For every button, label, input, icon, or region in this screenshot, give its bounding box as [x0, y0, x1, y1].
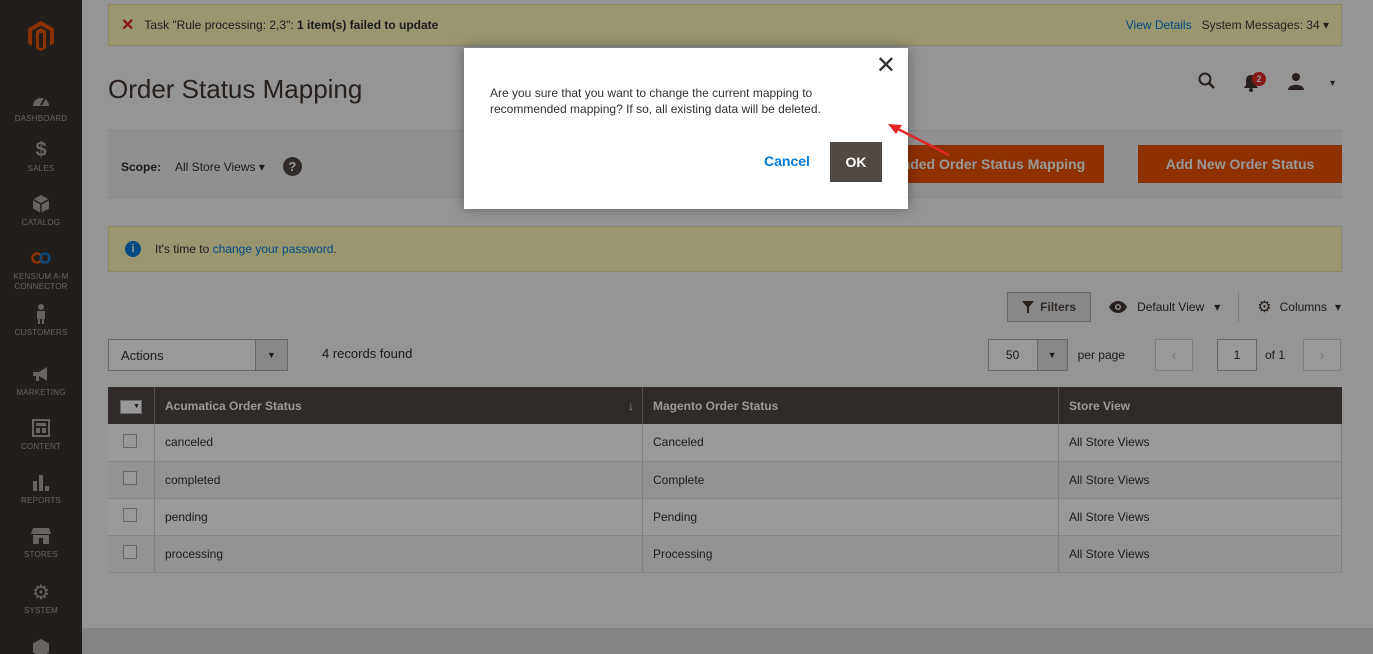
ok-button[interactable]: OK — [830, 142, 882, 182]
cancel-button[interactable]: Cancel — [764, 153, 810, 169]
annotation-arrow-icon — [888, 124, 950, 157]
confirm-modal: ✕ Are you sure that you want to change t… — [464, 48, 908, 209]
modal-message: Are you sure that you want to change the… — [490, 86, 821, 116]
close-icon[interactable]: ✕ — [876, 54, 896, 78]
